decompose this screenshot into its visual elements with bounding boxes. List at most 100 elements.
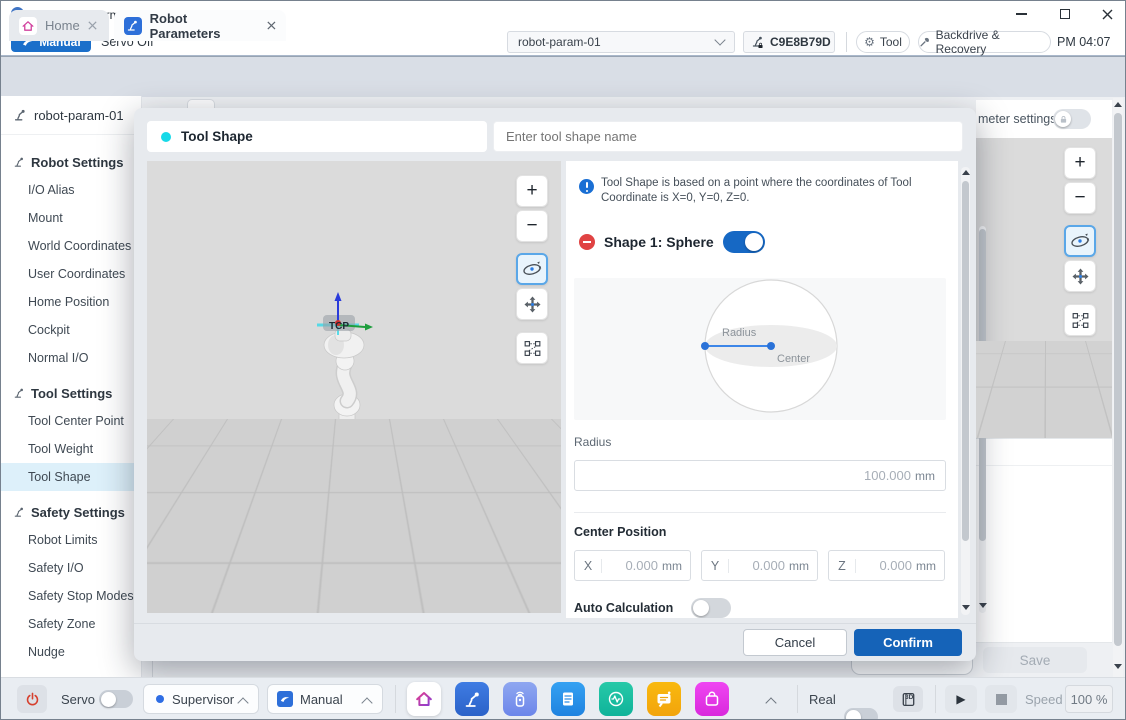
app-home[interactable] bbox=[407, 682, 441, 716]
servo-toggle[interactable] bbox=[99, 690, 133, 708]
bg-pan-button[interactable] bbox=[1064, 260, 1096, 292]
close-button[interactable] bbox=[1087, 1, 1126, 27]
play-button[interactable]: ▶ bbox=[945, 685, 977, 713]
gear-icon: ⚙ bbox=[864, 35, 875, 49]
sidebar-item-cockpit[interactable]: Cockpit bbox=[1, 316, 141, 344]
sidebar-item-safety-stop-modes[interactable]: Safety Stop Modes bbox=[1, 582, 141, 610]
center-x-field[interactable]: X 0.000 mm bbox=[574, 550, 691, 581]
mode-value: Manual bbox=[300, 692, 343, 707]
pan-button[interactable] bbox=[516, 288, 548, 320]
center-z-field[interactable]: Z 0.000 mm bbox=[828, 550, 945, 581]
scroll-up-icon[interactable] bbox=[1114, 102, 1122, 107]
remove-shape-button[interactable] bbox=[579, 234, 595, 250]
shape-header-row: Shape 1: Sphere bbox=[579, 231, 765, 253]
stop-button[interactable] bbox=[985, 685, 1017, 713]
zoom-in-button[interactable]: + bbox=[516, 175, 548, 207]
bg-measure-button[interactable] bbox=[1064, 304, 1096, 336]
play-icon: ▶ bbox=[956, 692, 965, 706]
sidebar-item-robot-limits[interactable]: Robot Limits bbox=[1, 526, 141, 554]
sidebar-item-home-position[interactable]: Home Position bbox=[1, 288, 141, 316]
bg-orbit-button[interactable] bbox=[1064, 225, 1096, 257]
role-select[interactable]: Supervisor bbox=[143, 684, 259, 714]
view-front-button[interactable]: Front bbox=[148, 581, 217, 608]
sidebar-item-io-alias[interactable]: I/O Alias bbox=[1, 176, 141, 204]
sidebar-item-nudge[interactable]: Nudge bbox=[1, 638, 141, 666]
sidebar-item-normal-io[interactable]: Normal I/O bbox=[1, 344, 141, 372]
measure-button[interactable] bbox=[516, 332, 548, 364]
sidebar-item-tool-shape[interactable]: Tool Shape bbox=[1, 463, 141, 491]
robot-id-badge[interactable]: C9E8B79D bbox=[743, 31, 835, 53]
scroll-down-icon[interactable] bbox=[979, 603, 987, 608]
axis-unit: mm bbox=[789, 559, 809, 573]
toggle-knob bbox=[693, 600, 709, 616]
bottombar-divider bbox=[935, 685, 936, 713]
auto-calculation-toggle[interactable] bbox=[691, 598, 731, 618]
dialog-3d-viewport[interactable]: BASE TCP + − bbox=[147, 161, 561, 613]
power-button[interactable] bbox=[17, 685, 47, 713]
minimize-button[interactable] bbox=[1001, 1, 1041, 27]
cancel-button[interactable]: Cancel bbox=[743, 629, 847, 656]
tab-robot-parameters[interactable]: Robot Parameters bbox=[114, 10, 286, 41]
settings-lock-toggle[interactable] bbox=[1053, 109, 1091, 129]
maximize-button[interactable] bbox=[1045, 1, 1085, 27]
close-icon[interactable] bbox=[267, 21, 276, 30]
app-teach-pendant[interactable] bbox=[503, 682, 537, 716]
bg-view-top-button[interactable]: Top bbox=[986, 365, 1108, 392]
status-dot-icon bbox=[156, 695, 164, 703]
center-y-field[interactable]: Y 0.000 mm bbox=[701, 550, 818, 581]
scroll-up-icon[interactable] bbox=[962, 170, 970, 175]
radius-unit: mm bbox=[915, 469, 935, 483]
speed-value-box[interactable]: 100 % bbox=[1065, 685, 1113, 713]
backdrive-recovery-button[interactable]: Backdrive & Recovery bbox=[918, 31, 1051, 53]
view-left-button[interactable]: Left bbox=[312, 581, 380, 608]
sidebar-item-mount[interactable]: Mount bbox=[1, 204, 141, 232]
sidebar-item-world-coordinates[interactable]: World Coordinates bbox=[1, 232, 141, 260]
sidebar-item-safety-zone[interactable]: Safety Zone bbox=[1, 610, 141, 638]
shopping-bag-icon bbox=[702, 689, 722, 709]
simulator-3d-button[interactable]: 3D bbox=[893, 686, 923, 712]
app-robot-params[interactable] bbox=[455, 682, 489, 716]
app-store[interactable] bbox=[695, 682, 729, 716]
bg-zoom-out-button[interactable]: − bbox=[1064, 182, 1096, 214]
sidebar-item-user-coordinates[interactable]: User Coordinates bbox=[1, 260, 141, 288]
app-monitoring[interactable] bbox=[599, 682, 633, 716]
save-button[interactable]: Save bbox=[983, 647, 1087, 673]
close-icon[interactable] bbox=[88, 21, 97, 30]
orbit-icon bbox=[1069, 230, 1091, 252]
scroll-down-icon[interactable] bbox=[1114, 664, 1122, 669]
view-label: Front bbox=[167, 587, 199, 602]
mode-select[interactable]: Manual bbox=[267, 684, 383, 714]
orbit-button[interactable] bbox=[516, 253, 548, 285]
scrollbar-thumb[interactable] bbox=[979, 229, 986, 541]
sidebar-item-tool-weight[interactable]: Tool Weight bbox=[1, 435, 141, 463]
confirm-button[interactable]: Confirm bbox=[854, 629, 962, 656]
view-label: Top bbox=[500, 587, 522, 602]
view-top-button[interactable]: Top bbox=[476, 581, 545, 608]
zoom-out-button[interactable]: − bbox=[516, 210, 548, 242]
shape-enabled-toggle[interactable] bbox=[723, 231, 765, 253]
tool-button[interactable]: ⚙ Tool bbox=[856, 31, 910, 53]
scrollbar-thumb[interactable] bbox=[962, 181, 969, 541]
orbit-icon bbox=[521, 258, 543, 280]
section-tool-settings: Tool Settings bbox=[1, 379, 141, 407]
sidebar-item-safety-io[interactable]: Safety I/O bbox=[1, 554, 141, 582]
sidebar-item-tool-center-point[interactable]: Tool Center Point bbox=[1, 407, 141, 435]
section-safety-settings: Safety Settings bbox=[1, 498, 141, 526]
scrollbar-thumb[interactable] bbox=[1114, 113, 1122, 646]
tool-shape-name-input[interactable] bbox=[493, 121, 963, 152]
radius-input[interactable]: 100.000 mm bbox=[574, 460, 946, 491]
background-panel-edge bbox=[152, 661, 153, 677]
background-3d-viewport[interactable]: + − Top bbox=[976, 138, 1112, 438]
app-tasks[interactable] bbox=[551, 682, 585, 716]
bg-zoom-in-button[interactable]: + bbox=[1064, 147, 1096, 179]
page-scrollbar[interactable] bbox=[1113, 98, 1123, 677]
inner-scrollbar[interactable] bbox=[979, 226, 986, 613]
real-toggle[interactable] bbox=[844, 708, 878, 720]
panel-scrollbar[interactable] bbox=[961, 167, 970, 615]
view-rear-button[interactable]: Rear bbox=[394, 581, 462, 608]
view-right-button[interactable]: Right bbox=[230, 581, 298, 608]
scroll-down-icon[interactable] bbox=[962, 605, 970, 610]
tab-home[interactable]: Home bbox=[9, 10, 109, 41]
param-select[interactable]: robot-param-01 bbox=[507, 31, 735, 53]
app-messages[interactable] bbox=[647, 682, 681, 716]
